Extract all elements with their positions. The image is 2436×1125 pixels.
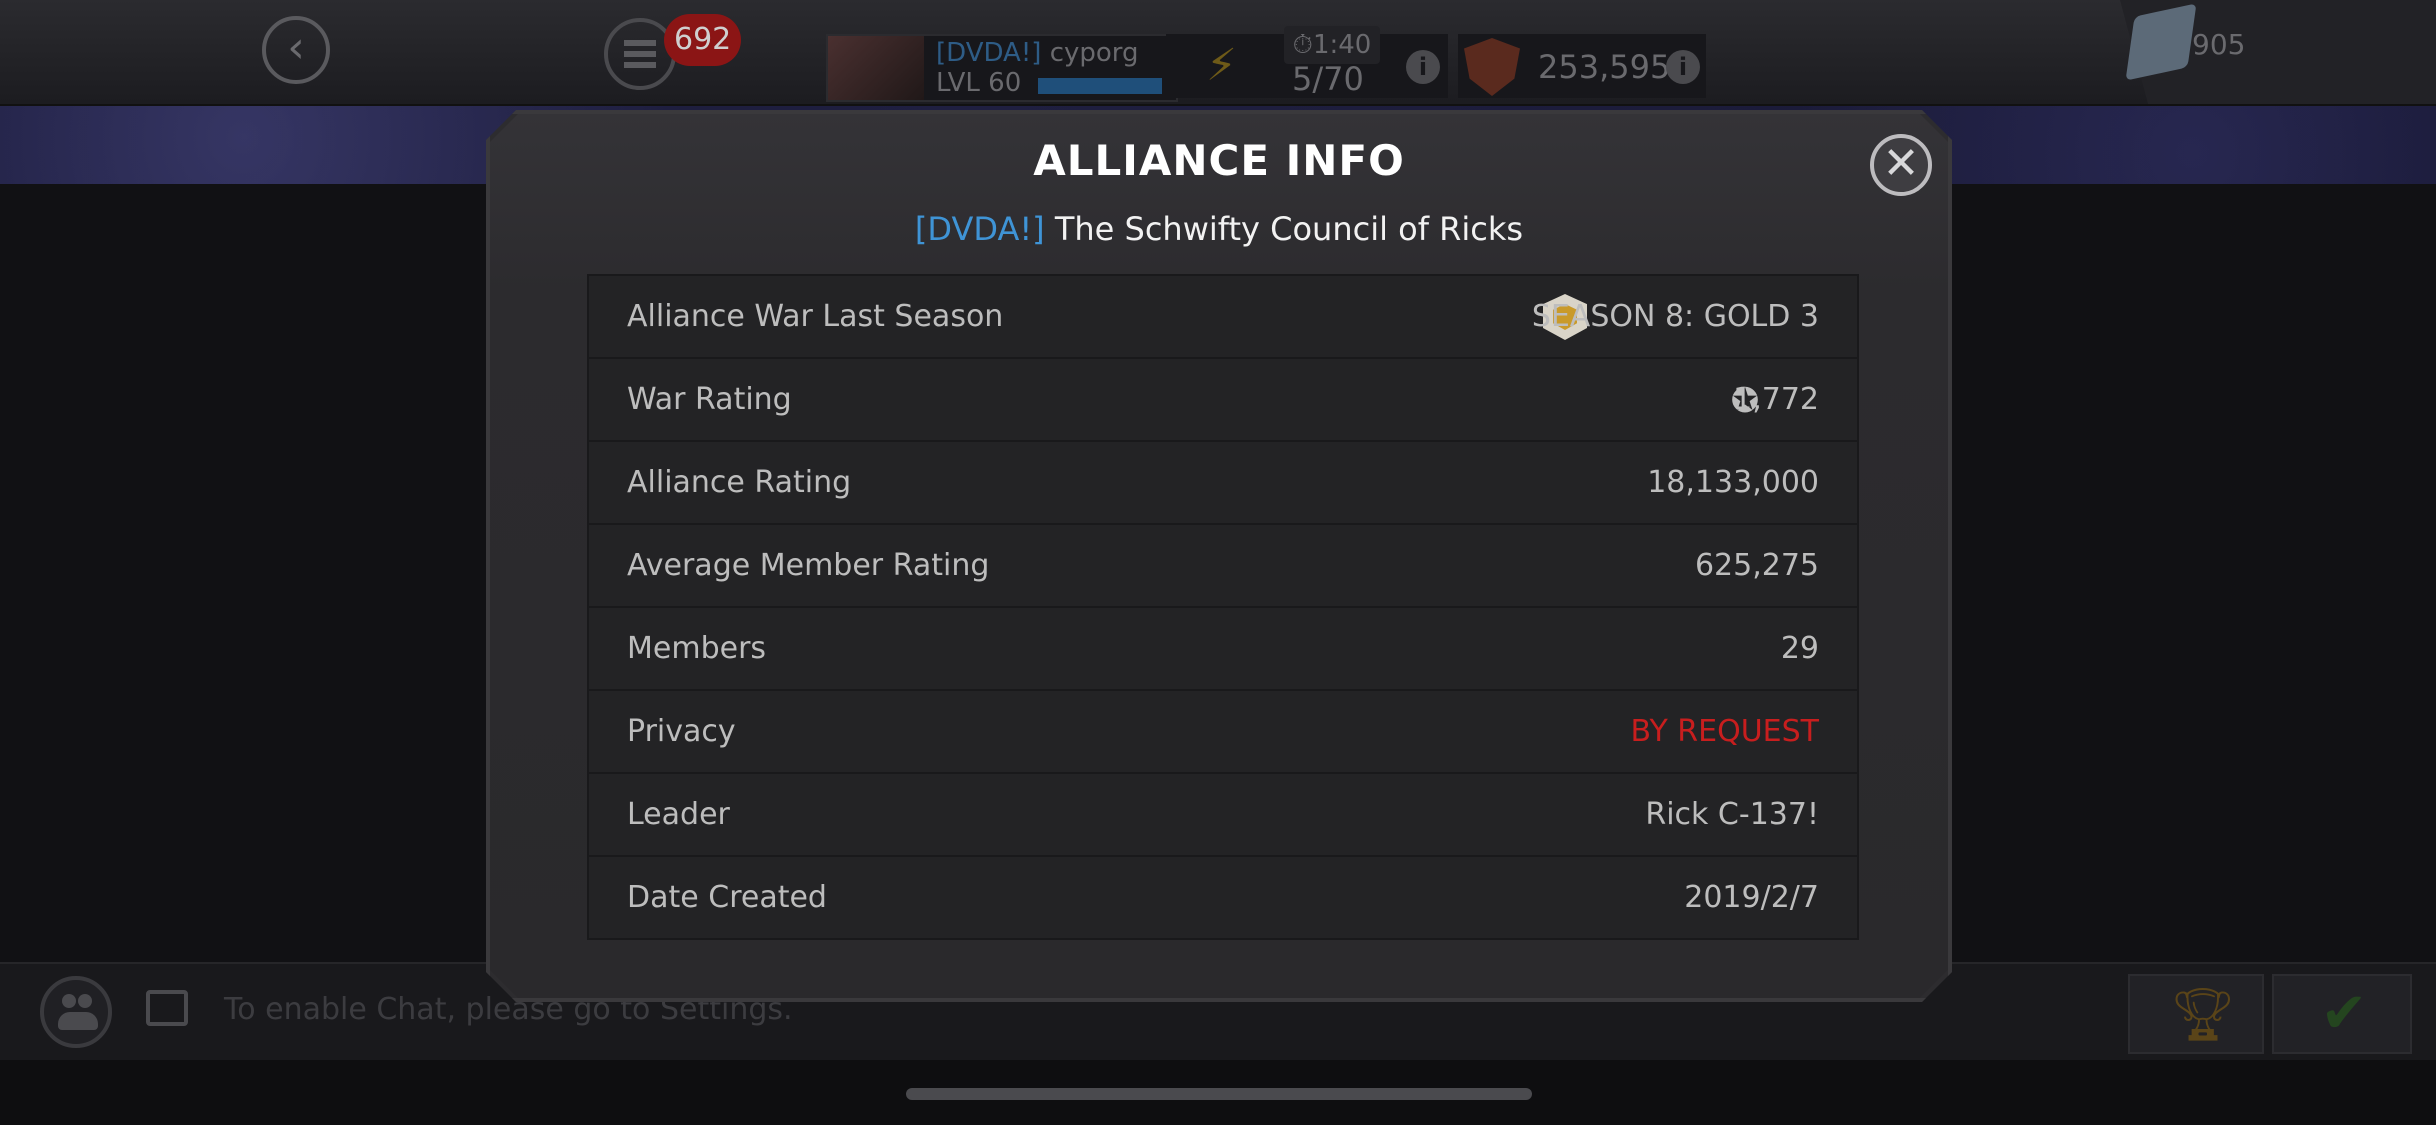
row-value: 2019/2/7 — [1684, 880, 1819, 915]
timer-value: 1:40 — [1312, 30, 1372, 60]
row-value: SEASON 8: GOLD 3 — [1531, 299, 1819, 334]
row-average-member-rating: Average Member Rating 625,275 — [589, 525, 1857, 608]
modal-body: ALLIANCE INFO ✕ [DVDA!] The Schwifty Cou… — [490, 114, 1948, 998]
timer-icon: ⏱ — [1292, 30, 1313, 60]
row-value: 1,772 — [1733, 382, 1819, 417]
row-war-season: Alliance War Last Season SEASON 8: GOLD … — [589, 276, 1857, 359]
row-leader: Leader Rick C-137! — [589, 774, 1857, 857]
energy-value: 5/70 — [1292, 60, 1364, 98]
back-icon[interactable]: ‹ — [262, 16, 330, 84]
alliance-tag: [DVDA!] — [914, 210, 1045, 248]
row-value: 625,275 — [1694, 548, 1819, 583]
people-icon[interactable] — [40, 976, 112, 1048]
row-value: 29 — [1780, 631, 1819, 666]
row-label: Alliance War Last Season — [627, 299, 1004, 334]
profile-username: cyporg — [1049, 38, 1139, 68]
xp-bar — [1038, 78, 1162, 94]
check-button[interactable]: ✔ — [2272, 974, 2412, 1054]
row-label: Average Member Rating — [627, 548, 990, 583]
notification-badge: 692 — [664, 14, 742, 66]
home-indicator[interactable] — [906, 1088, 1532, 1100]
alliance-name: [DVDA!] The Schwifty Council of Ricks — [490, 210, 1948, 248]
trophy-icon: 🏆︎ — [2170, 985, 2237, 1045]
shield-icon — [1464, 38, 1520, 96]
row-value: 18,133,000 — [1647, 465, 1819, 500]
row-date-created: Date Created 2019/2/7 — [589, 857, 1857, 938]
units-value: 905 — [2192, 28, 2246, 61]
profile-tag: [DVDA!] — [936, 38, 1042, 68]
rating-panel[interactable]: 253,595 i — [1458, 34, 1706, 98]
profile-name: [DVDA!] cyporg — [936, 38, 1139, 68]
chat-icon[interactable] — [146, 990, 188, 1026]
energy-timer: ⏱1:40 — [1284, 26, 1380, 64]
row-value: BY REQUEST — [1630, 714, 1819, 749]
row-label: Alliance Rating — [627, 465, 852, 500]
profile-panel[interactable]: [DVDA!] cyporg LVL 60 — [826, 34, 1178, 102]
row-privacy: Privacy BY REQUEST — [589, 691, 1857, 774]
alliance-title: The Schwifty Council of Ricks — [1054, 210, 1524, 248]
row-war-rating: War Rating ✪ 1,772 — [589, 359, 1857, 442]
modal-title: ALLIANCE INFO — [1033, 136, 1405, 185]
row-label: Date Created — [627, 880, 827, 915]
alliance-info-modal: ALLIANCE INFO ✕ [DVDA!] The Schwifty Cou… — [486, 110, 1952, 1002]
avatar — [828, 36, 924, 100]
close-icon[interactable]: ✕ — [1870, 134, 1932, 196]
info-table: Alliance War Last Season SEASON 8: GOLD … — [587, 274, 1859, 940]
row-label: Leader — [627, 797, 730, 832]
trophy-button[interactable]: 🏆︎ — [2128, 974, 2264, 1054]
profile-level: LVL 60 — [936, 68, 1022, 98]
hero-rating-value: 253,595 — [1538, 48, 1671, 86]
info-icon[interactable]: i — [1666, 50, 1700, 84]
info-icon[interactable]: i — [1406, 50, 1440, 84]
bolt-icon: ⚡ — [1206, 40, 1237, 91]
row-label: Members — [627, 631, 767, 666]
row-label: War Rating — [627, 382, 792, 417]
row-label: Privacy — [627, 714, 736, 749]
row-value: Rick C-137! — [1645, 797, 1819, 832]
row-members: Members 29 — [589, 608, 1857, 691]
check-icon: ✔ — [2320, 981, 2368, 1046]
top-hud: ‹ 692 [DVDA!] cyporg LVL 60 ⚡ 5/70 i ⏱1:… — [0, 0, 2436, 106]
row-alliance-rating: Alliance Rating 18,133,000 — [589, 442, 1857, 525]
